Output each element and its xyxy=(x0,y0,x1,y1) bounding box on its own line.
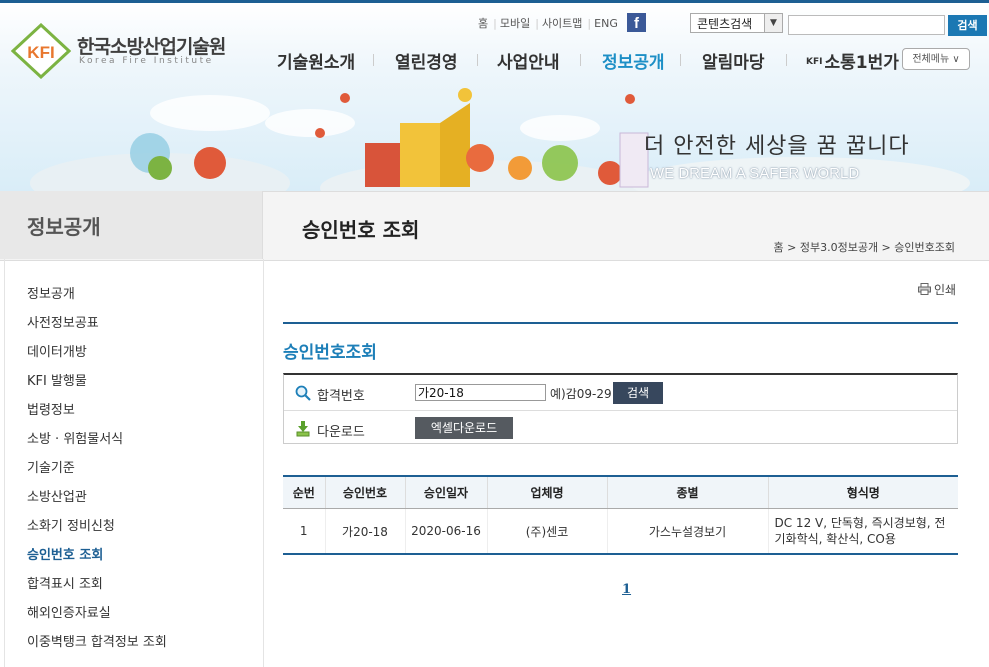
print-button[interactable]: 인쇄 xyxy=(918,281,956,298)
nav-communication-label: 소통1번가 xyxy=(824,53,899,73)
site-header: KFI 한국소방산업기술원 Korea Fire Institute 홈 | 모바일… xyxy=(0,3,989,191)
cell-company: (주)센코 xyxy=(486,508,607,555)
kfi-logo-mark: KFI xyxy=(11,23,71,79)
download-label: 다운로드 xyxy=(317,425,365,440)
table-row: 1 가20-18 2020-06-16 (주)센코 가스누설경보기 DC 12 … xyxy=(283,508,958,555)
nav-open-management[interactable]: 열린경영 xyxy=(395,48,458,73)
cell-approval-number: 가20-18 xyxy=(324,508,405,555)
col-header-category: 종별 xyxy=(606,475,768,509)
logo-name-english: Korea Fire Institute xyxy=(79,56,214,66)
lnb-item-fire-industry-hall[interactable]: 소방산업관 xyxy=(27,486,87,505)
nav-kfi-prefix: KFI xyxy=(806,57,823,67)
cell-approval-date: 2020-06-16 xyxy=(404,508,487,555)
facebook-icon[interactable]: f xyxy=(627,13,646,32)
banner-slogan: 더 안전한 세상을 꿈 꿉니다 xyxy=(644,134,910,159)
nav-notice[interactable]: 알림마당 xyxy=(702,48,765,73)
cell-model-name: DC 12 V, 단독형, 즉시경보형, 전기화학식, 확산식, CO용 xyxy=(767,508,958,555)
utility-links: 홈 | 모바일 | 사이트맵 | ENG xyxy=(478,17,618,30)
section-divider xyxy=(283,322,958,324)
col-header-company: 업체명 xyxy=(486,475,607,509)
nav-divider xyxy=(477,54,478,66)
printer-icon xyxy=(918,283,931,295)
lnb-item-approval-lookup[interactable]: 승인번호 조회 xyxy=(27,544,103,563)
section-title: 승인번호조회 xyxy=(283,343,377,363)
lnb-title-box: 정보공개 xyxy=(0,191,263,259)
lnb-item-legal-info[interactable]: 법령정보 xyxy=(27,399,75,418)
search-scope-select[interactable]: 콘텐츠검색 ▼ xyxy=(690,13,783,33)
logo-name-korean: 한국소방산업기술원 xyxy=(77,36,226,58)
lnb-item-technical-standards[interactable]: 기술기준 xyxy=(27,457,75,476)
nav-divider xyxy=(680,54,681,66)
excel-download-button[interactable]: 엑셀다운로드 xyxy=(415,417,513,439)
col-header-approval-date: 승인일자 xyxy=(404,475,487,509)
nav-divider xyxy=(373,54,374,66)
nav-information-disclosure[interactable]: 정보공개 xyxy=(602,48,665,73)
nav-divider xyxy=(786,54,787,66)
search-input[interactable] xyxy=(788,15,945,35)
magnifier-icon xyxy=(295,385,311,401)
search-form: 합격번호 가20-18 예)감09-29 검색 다운로드 엑셀다운로드 xyxy=(283,373,958,444)
table-header-row: 순번 승인번호 승인일자 업체명 종별 형식명 xyxy=(283,475,958,509)
pass-number-label: 합격번호 xyxy=(317,389,365,404)
lnb-title: 정보공개 xyxy=(27,215,101,239)
logo-mark-text: KFI xyxy=(27,43,54,62)
pass-number-row: 합격번호 가20-18 예)감09-29 검색 xyxy=(284,375,957,410)
search-button[interactable]: 검색 xyxy=(948,15,987,36)
nav-about[interactable]: 기술원소개 xyxy=(277,48,355,73)
download-row: 다운로드 엑셀다운로드 xyxy=(284,410,957,446)
util-eng-link[interactable]: ENG xyxy=(594,17,618,30)
download-icon xyxy=(296,421,310,437)
cell-category: 가스누설경보기 xyxy=(606,508,768,555)
print-label: 인쇄 xyxy=(934,283,957,297)
cell-seq: 1 xyxy=(283,508,325,555)
breadcrumb: 홈 > 정부3.0정보공개 > 승인번호조회 xyxy=(773,241,955,254)
util-sitemap-link[interactable]: 사이트맵 xyxy=(542,17,582,30)
nav-divider xyxy=(580,54,581,66)
col-header-seq: 순번 xyxy=(283,475,325,509)
page-title: 승인번호 조회 xyxy=(302,218,420,242)
chevron-down-icon: ▼ xyxy=(764,14,782,32)
pass-number-input[interactable]: 가20-18 xyxy=(415,384,546,401)
col-header-approval-number: 승인번호 xyxy=(324,475,405,509)
col-header-model-name: 형식명 xyxy=(767,475,958,509)
all-menu-button[interactable]: 전체메뉴 ∨ xyxy=(902,48,970,70)
result-table: 순번 승인번호 승인일자 업체명 종별 형식명 1 가20-18 2020-06… xyxy=(283,475,958,555)
lnb-item-publications[interactable]: KFI 발행물 xyxy=(27,370,87,389)
lnb-item-overseas-certification[interactable]: 해외인증자료실 xyxy=(27,602,111,621)
search-scope-value: 콘텐츠검색 xyxy=(697,17,753,31)
page-link-current[interactable]: 1 xyxy=(622,582,631,597)
util-home-link[interactable]: 홈 xyxy=(478,17,488,30)
lnb-item-pass-mark-lookup[interactable]: 합격표시 조회 xyxy=(27,573,103,592)
banner-slogan-english: WE DREAM A SAFER WORLD xyxy=(650,165,860,182)
lookup-search-button[interactable]: 검색 xyxy=(613,382,663,404)
lnb-item-pre-disclosure[interactable]: 사전정보공표 xyxy=(27,312,99,331)
nav-business[interactable]: 사업안내 xyxy=(497,48,560,73)
pass-number-hint: 예)감09-29 xyxy=(550,387,612,401)
util-mobile-link[interactable]: 모바일 xyxy=(500,17,530,30)
lnb-item-fire-hazard-forms[interactable]: 소방 · 위험물서식 xyxy=(27,428,123,447)
lnb-item-double-wall-tank[interactable]: 이중벽탱크 합격정보 조회 xyxy=(27,631,167,650)
lnb-item-open-data[interactable]: 데이터개방 xyxy=(27,341,87,360)
lnb-item-extinguisher-service[interactable]: 소화기 정비신청 xyxy=(27,515,115,534)
lnb-item-information-disclosure[interactable]: 정보공개 xyxy=(27,283,75,302)
nav-communication[interactable]: KFI 소통1번가 xyxy=(806,48,899,73)
